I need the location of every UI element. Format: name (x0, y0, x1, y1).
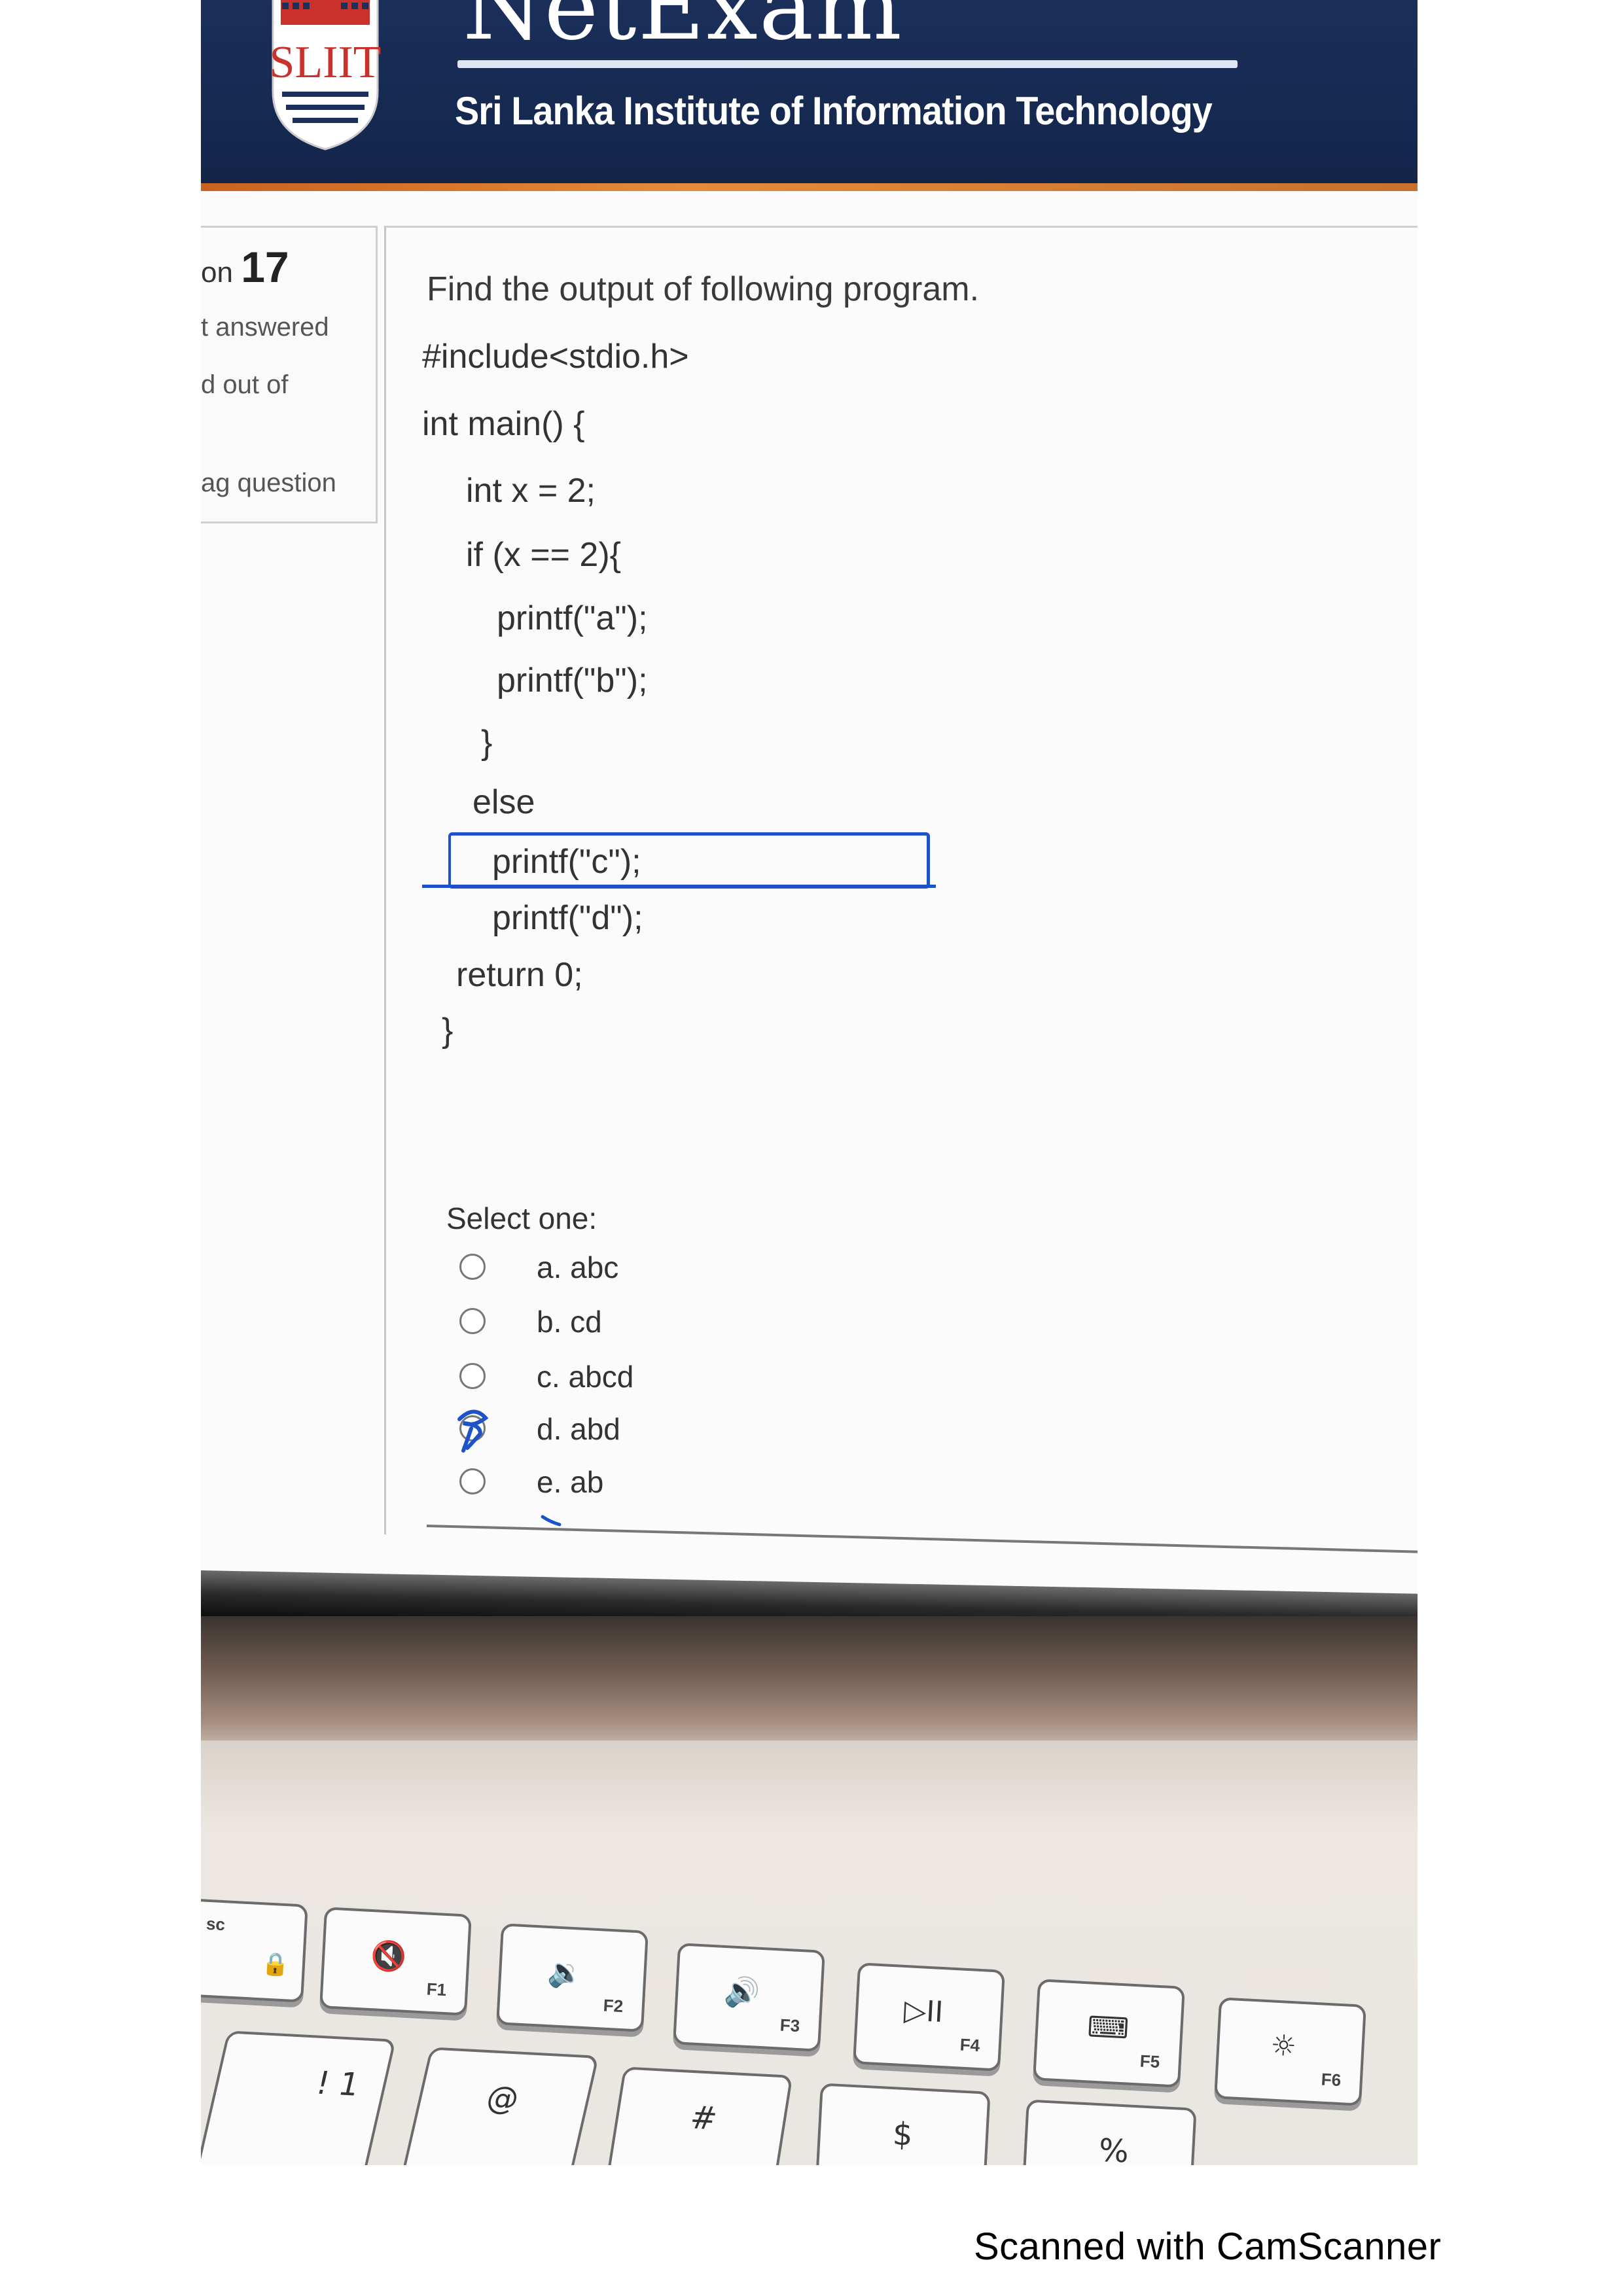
esc-key: 🔒 sc (201, 1897, 308, 2003)
code-line: } (481, 724, 493, 762)
key-label: $ (891, 2115, 914, 2153)
mute-icon: 🔇 (370, 1939, 408, 1974)
radio-button[interactable] (459, 1363, 486, 1389)
question-number-value: 17 (241, 243, 289, 291)
key-label: F4 (959, 2034, 980, 2056)
f6-key: ☼ F6 (1214, 1997, 1366, 2106)
flag-question-link[interactable]: ag question (201, 468, 336, 498)
f2-key: 🔉 F2 (496, 1923, 649, 2032)
question-marks: d out of (201, 370, 289, 399)
pen-annotation-underline (422, 885, 936, 888)
brightness-icon: ☼ (1270, 2028, 1298, 2064)
key-label: F1 (426, 1979, 447, 2000)
keyboard-backlight-icon: ⌨ (1086, 2010, 1130, 2046)
option-label: e. ab (537, 1465, 604, 1499)
pen-scribble-mark (457, 1409, 489, 1453)
code-line: if (x == 2){ (466, 536, 621, 574)
banner-accent-stripe (201, 183, 1418, 191)
institute-name: Sri Lanka Institute of Information Techn… (455, 89, 1213, 133)
key-label: F6 (1321, 2069, 1342, 2091)
f4-key: ▷II F4 (853, 1962, 1005, 2072)
question-number: on 17 (201, 242, 289, 292)
option-label: b. cd (537, 1305, 602, 1339)
camscanner-watermark: Scanned with CamScanner (974, 2225, 1442, 2268)
code-line: printf("a"); (497, 599, 648, 637)
code-line: return 0; (456, 956, 583, 994)
question-prefix: on (201, 256, 233, 289)
code-line: int x = 2; (466, 472, 596, 510)
pen-tick-mark (541, 1515, 562, 1527)
key-3: # (597, 2066, 793, 2165)
key-label: F3 (779, 2015, 800, 2036)
key-4: $ (812, 2083, 991, 2165)
site-name: NetExam (463, 0, 903, 61)
key-label: % (1097, 2132, 1130, 2165)
key-label: F5 (1139, 2051, 1160, 2072)
lock-icon: 🔒 (260, 1951, 291, 1979)
f1-key: 🔇 F1 (319, 1907, 472, 2016)
sliit-logo: SLIIT (269, 0, 382, 150)
radio-button[interactable] (459, 1468, 486, 1494)
volume-down-icon: 🔉 (546, 1955, 584, 1990)
play-pause-icon: ▷II (903, 1994, 944, 2030)
photo: SLIIT NetExam Sri Lanka Institute of Inf… (201, 0, 1418, 2165)
key-label: sc (205, 1913, 226, 1935)
select-one-label: Select one: (446, 1201, 597, 1235)
key-5: % (1018, 2099, 1197, 2165)
code-line: printf("d"); (492, 899, 643, 937)
pen-annotation-box (448, 832, 930, 889)
key-label: # (687, 2099, 720, 2138)
banner-divider (457, 60, 1238, 68)
key-label: ! 1 (312, 2064, 363, 2104)
key-label: @ (483, 2079, 523, 2118)
option-label: a. abc (537, 1250, 619, 1284)
code-line: printf("b"); (497, 662, 648, 699)
option-label: d. abd (537, 1412, 620, 1446)
radio-button[interactable] (459, 1308, 486, 1334)
f3-key: 🔊 F3 (673, 1943, 825, 2052)
code-line: else (473, 783, 535, 821)
svg-text:SLIIT: SLIIT (269, 37, 381, 88)
option-label: c. abcd (537, 1360, 634, 1394)
f5-key: ⌨ F5 (1033, 1979, 1185, 2088)
key-1: ! 1 (201, 2030, 397, 2165)
laptop-hinge (201, 1616, 1418, 1747)
header-banner: SLIIT NetExam Sri Lanka Institute of Inf… (201, 0, 1418, 188)
volume-up-icon: 🔊 (723, 1975, 761, 2010)
radio-button[interactable] (459, 1254, 486, 1280)
code-line: #include<stdio.h> (422, 338, 689, 376)
question-status: t answered (201, 313, 329, 342)
code-line: } (442, 1012, 454, 1050)
key-label: F2 (603, 1995, 624, 2017)
question-prompt: Find the output of following program. (427, 270, 980, 308)
code-line: int main() { (422, 405, 585, 443)
